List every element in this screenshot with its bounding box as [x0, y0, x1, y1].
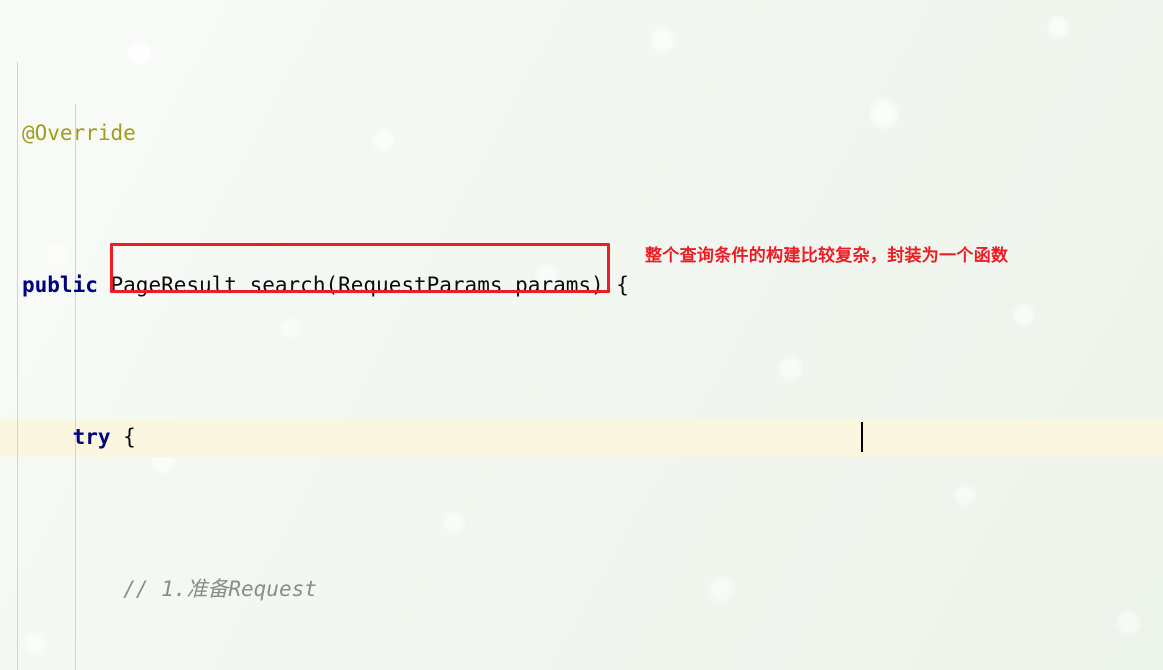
space-2: [503, 273, 516, 297]
code-line-3[interactable]: try {: [0, 418, 1163, 456]
return-type: PageResult: [110, 273, 237, 297]
keyword-try: try: [72, 425, 111, 449]
code-content[interactable]: @Override public PageResult search(Reque…: [0, 0, 1163, 670]
try-brace: [111, 425, 124, 449]
paren-open: (: [325, 273, 339, 297]
override-annotation: @Override: [22, 121, 136, 145]
code-line-2[interactable]: public PageResult search(RequestParams p…: [0, 266, 1163, 304]
signature-tail: ) {: [591, 273, 629, 297]
comment-prepare-request: // 1.准备Request: [123, 577, 317, 601]
text-caret: [861, 422, 863, 452]
code-line-4[interactable]: // 1.准备Request: [0, 570, 1163, 608]
keyword-public: public: [22, 273, 98, 297]
code-line-1[interactable]: @Override: [0, 114, 1163, 152]
param-name: params: [515, 273, 592, 297]
method-name: search: [249, 273, 326, 297]
param-type: RequestParams: [338, 273, 503, 297]
brace-open: {: [123, 425, 136, 449]
code-editor[interactable]: @Override public PageResult search(Reque…: [0, 0, 1163, 670]
signature-text: [98, 273, 111, 297]
red-annotation-note: 整个查询条件的构建比较复杂，封装为一个函数: [645, 246, 1009, 266]
